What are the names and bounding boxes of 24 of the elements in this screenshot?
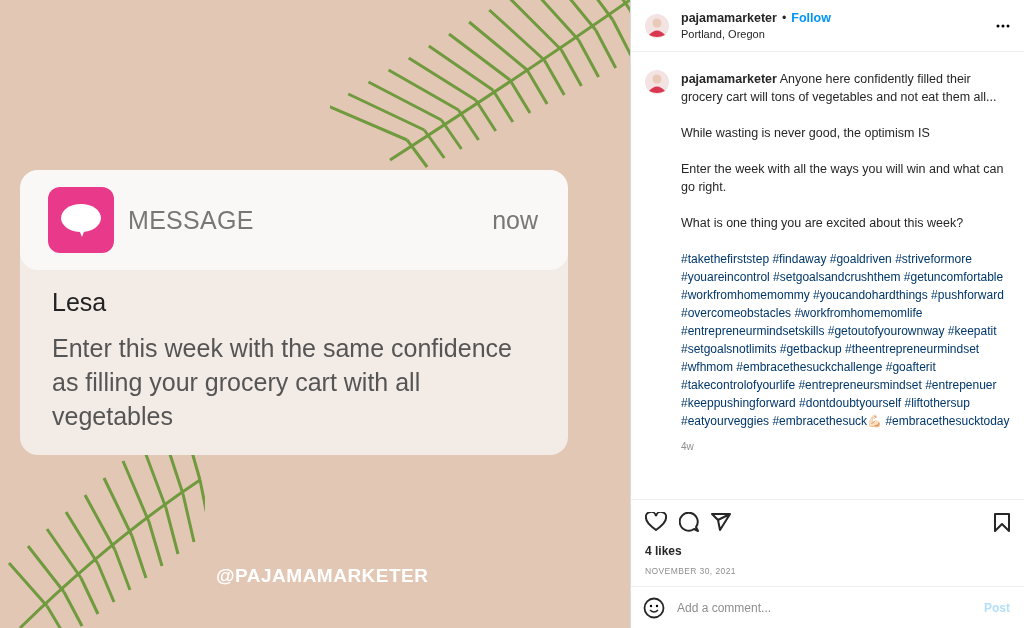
app-name: MESSAGE xyxy=(128,205,255,235)
username[interactable]: pajamamarketer xyxy=(681,11,777,25)
notification-message: Enter this week with the same confidence as filling your grocery cart with all vegetables xyxy=(52,333,513,432)
separator-dot: • xyxy=(781,11,787,25)
hashtags-text[interactable]: #takethefirststep #findaway #goaldriven #striveformore #youareincontrol #setgoalsandcrushthem #getuncomfortable #workfromhomemommy #youcandohardthings #pushforward #overcomeobstacles #workfromhomemomlife #entrepreneurmindsetskills #getoutofyourownway #keepatit #setgoalsnotlimits #getbackup #theentrepreneurmindset #wfhmom #embracethesuckchallenge #goafterit #takecontrolofyourlife #entrepreneursmindset #entrepenuer #keeppushingforward #dontdoubtyourself #liftothersup #eatyourveggies #embracethesuck💪🏻 #embracethesucktoday xyxy=(681,250,1010,430)
more-options-icon[interactable] xyxy=(996,23,1010,28)
location-text[interactable]: Portland, Oregon xyxy=(681,28,984,40)
avatar-icon[interactable] xyxy=(645,13,669,38)
emoji-icon[interactable] xyxy=(643,596,665,619)
notification-time: now xyxy=(492,205,538,235)
caption-paragraph: pajamamarketer Anyone here confidently filled their grocery cart will tons of vegetables and not eat them all... xyxy=(681,71,998,106)
bookmark-icon[interactable] xyxy=(994,512,1010,532)
comment-icon[interactable] xyxy=(679,512,699,532)
caption-paragraph: Enter the week with all the ways you will win and what can go right. xyxy=(681,161,1005,196)
likes-count[interactable]: 4 likes xyxy=(645,544,1010,558)
heart-icon[interactable] xyxy=(645,512,667,532)
caption-paragraph: While wasting is never good, the optimism IS xyxy=(681,125,931,142)
caption-paragraph: What is one thing you are excited about this week? xyxy=(681,215,965,232)
sender-name: Lesa xyxy=(52,288,108,317)
avatar-icon[interactable] xyxy=(645,70,669,94)
account-handle: @PAJAMAMARKETER xyxy=(216,565,429,587)
send-icon[interactable] xyxy=(711,513,731,531)
message-bubble-icon xyxy=(48,187,114,253)
post-date: NOVEMBER 30, 2021 xyxy=(645,566,737,576)
